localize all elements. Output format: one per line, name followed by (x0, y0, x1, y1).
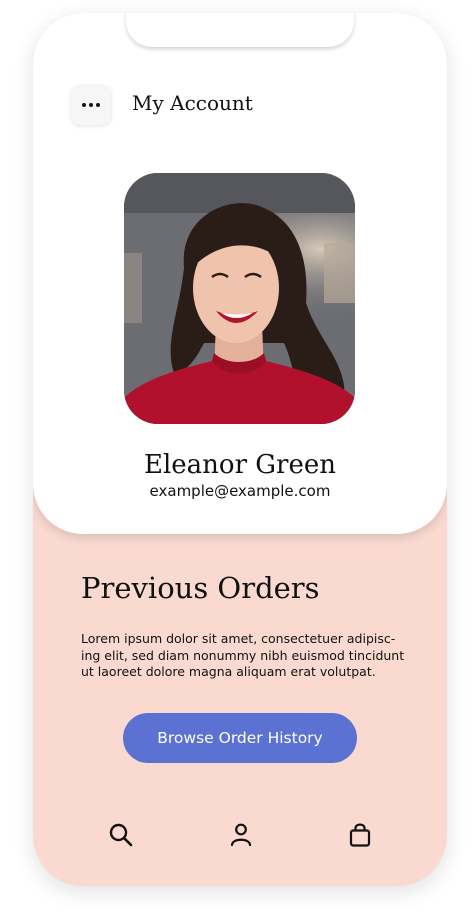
account-card: My Account Eleanor Green example@example… (33, 13, 447, 534)
page-title: My Account (132, 91, 253, 115)
orders-description: Lorem ipsum dolor sit amet, consectetuer… (81, 631, 405, 679)
profile-name: Eleanor Green (144, 450, 336, 480)
orders-heading: Previous Orders (81, 571, 320, 605)
device-notch (126, 13, 354, 47)
search-icon[interactable] (107, 821, 135, 849)
browse-order-history-button[interactable]: Browse Order History (123, 713, 357, 763)
profile-photo (124, 173, 355, 424)
profile-email: example@example.com (149, 482, 331, 500)
user-icon[interactable] (227, 821, 255, 849)
more-dots-icon (80, 102, 101, 108)
profile-photo-illustration (124, 173, 355, 424)
phone-frame: My Account Eleanor Green example@example… (33, 13, 447, 886)
menu-button[interactable] (71, 85, 111, 125)
shopping-bag-icon[interactable] (346, 821, 374, 849)
